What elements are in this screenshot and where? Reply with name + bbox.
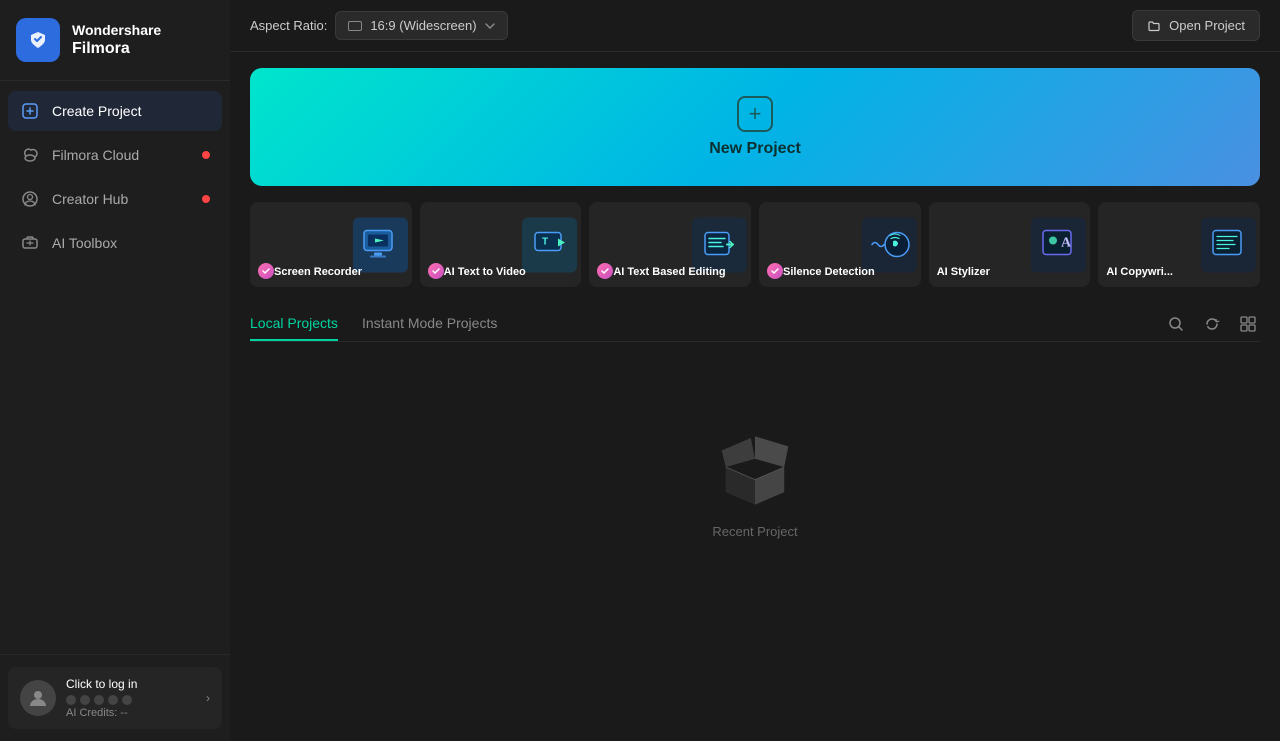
new-project-banner[interactable]: + New Project [250,68,1260,186]
ai-dots [66,695,196,705]
feature-card-screen-recorder[interactable]: Screen Recorder [250,202,412,287]
ai-toolbox-icon [20,233,40,253]
ai-text-based-editing-label: AI Text Based Editing [613,265,725,279]
silence-detection-badge [767,263,783,279]
new-project-plus-icon: + [737,96,773,132]
aspect-ratio-value: 16:9 (Widescreen) [370,18,476,33]
aspect-ratio-dropdown[interactable]: 16:9 (Widescreen) [335,11,507,40]
ai-dot-2 [80,695,90,705]
empty-projects-area: Recent Project [250,358,1260,599]
creator-hub-label: Creator Hub [52,191,128,207]
logo-area: Wondershare Filmora [0,0,230,81]
creator-hub-icon [20,189,40,209]
product-name: Filmora [72,39,161,58]
filmora-cloud-label: Filmora Cloud [52,147,139,163]
ai-text-to-video-label: AI Text to Video [444,265,526,279]
user-info: Click to log in AI Credits: -- [66,677,196,719]
ai-stylizer-img: A [1031,217,1086,272]
ai-dot-4 [108,695,118,705]
sidebar: Wondershare Filmora Create Project F [0,0,230,741]
aspect-ratio-selector: Aspect Ratio: 16:9 (Widescreen) [250,11,508,40]
refresh-icon [1204,316,1220,332]
ai-text-based-editing-badge [597,263,613,279]
click-to-login: Click to log in [66,677,196,691]
new-project-label: New Project [709,140,801,158]
create-project-icon [20,101,40,121]
ai-text-to-video-img: T [522,217,577,272]
ai-stylizer-label: AI Stylizer [937,265,990,279]
sidebar-item-creator-hub[interactable]: Creator Hub [8,179,222,219]
screen-recorder-label: Screen Recorder [274,265,362,279]
svg-text:A: A [1061,236,1072,251]
open-project-button[interactable]: Open Project [1132,10,1260,41]
tab-local-projects[interactable]: Local Projects [250,307,338,341]
sidebar-item-ai-toolbox[interactable]: AI Toolbox [8,223,222,263]
aspect-ratio-icon [348,21,362,31]
creator-hub-dot [202,195,210,203]
sidebar-item-filmora-cloud[interactable]: Filmora Cloud [8,135,222,175]
user-chevron-icon: › [206,691,210,705]
grid-view-icon [1240,316,1256,332]
silence-detection-label: Silence Detection [783,265,875,279]
empty-projects-label: Recent Project [712,524,797,539]
sidebar-nav: Create Project Filmora Cloud C [0,81,230,654]
ai-copywriter-img [1201,217,1256,272]
feature-card-silence-detection[interactable]: Silence Detection [759,202,921,287]
filmora-cloud-icon [20,145,40,165]
ai-text-to-video-badge [428,263,444,279]
app-logo-icon [16,18,60,62]
user-login-area[interactable]: Click to log in AI Credits: -- › [8,667,222,729]
user-avatar [20,680,56,716]
create-project-label: Create Project [52,103,141,119]
ai-copywriter-label: AI Copywri... [1106,265,1173,279]
screen-recorder-badge [258,263,274,279]
sidebar-item-create-project[interactable]: Create Project [8,91,222,131]
feature-card-ai-text-to-video[interactable]: AI Text to Video T [420,202,582,287]
open-project-label: Open Project [1169,18,1245,33]
aspect-ratio-text-label: Aspect Ratio: [250,18,327,33]
dropdown-chevron-icon [485,23,495,29]
tab-instant-mode[interactable]: Instant Mode Projects [362,307,497,341]
project-tabs: Local Projects Instant Mode Projects [250,307,1260,342]
ai-toolbox-label: AI Toolbox [52,235,117,251]
feature-card-ai-copywriter[interactable]: AI Copywri... ⋮ [1098,202,1260,287]
filmora-cloud-dot [202,151,210,159]
refresh-projects-button[interactable] [1200,312,1224,336]
feature-cards-row: Screen Recorder AI Text to Video [250,202,1260,287]
ai-dot-3 [94,695,104,705]
grid-view-button[interactable] [1236,312,1260,336]
content-area: + New Project Screen Recorder [230,52,1280,741]
tab-actions [1164,312,1260,336]
search-icon [1168,316,1184,332]
app-name: Wondershare Filmora [72,22,161,58]
main-header: Aspect Ratio: 16:9 (Widescreen) Open Pro… [230,0,1280,52]
ai-dot-1 [66,695,76,705]
feature-card-ai-stylizer[interactable]: AI Stylizer A [929,202,1091,287]
feature-card-ai-text-based-editing[interactable]: AI Text Based Editing [589,202,751,287]
brand-name: Wondershare [72,22,161,39]
open-project-icon [1147,19,1161,33]
svg-text:T: T [542,237,548,248]
ai-credits-label: AI Credits: -- [66,707,196,719]
search-projects-button[interactable] [1164,312,1188,336]
ai-dot-5 [122,695,132,705]
empty-box-illustration [705,418,805,508]
sidebar-footer: Click to log in AI Credits: -- › [0,654,230,741]
main-content: Aspect Ratio: 16:9 (Widescreen) Open Pro… [230,0,1280,741]
